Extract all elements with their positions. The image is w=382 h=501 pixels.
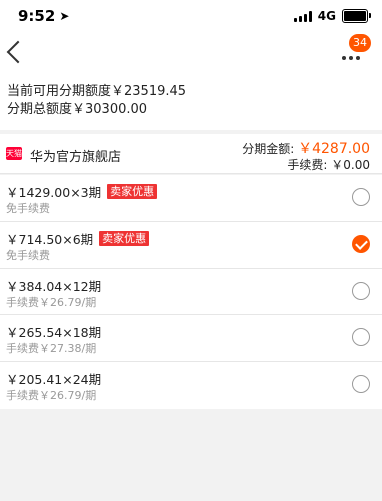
plan-amount: ￥205.41×24期	[6, 372, 102, 388]
plan-main: ￥384.04×12期	[6, 276, 101, 295]
available-quota: 当前可用分期额度￥23519.45	[7, 84, 187, 99]
amount-value: ￥4287.00	[298, 141, 370, 157]
plan-row-18[interactable]: ￥265.54×18期 手续费￥27.38/期	[0, 315, 382, 363]
more-button[interactable]: 34	[336, 34, 371, 70]
plan-row-3[interactable]: ￥1429.00×3期 卖家优惠 免手续费	[0, 175, 382, 222]
plan-radio[interactable]	[352, 188, 370, 206]
plan-fee: 手续费￥27.38/期	[6, 342, 97, 356]
plan-amount: ￥714.50×6期	[6, 231, 94, 247]
plan-fee: 免手续费	[6, 248, 50, 262]
quota-panel: 当前可用分期额度￥23519.45 分期总额度￥30300.00	[0, 76, 382, 130]
status-left: 9:52 ➤	[18, 7, 69, 25]
plan-radio[interactable]	[352, 375, 370, 394]
amount-label: 分期金额:	[242, 142, 295, 156]
plan-main: ￥265.54×18期	[6, 322, 101, 341]
plan-list: ￥1429.00×3期 卖家优惠 免手续费 ￥714.50×6期 卖家优惠 免手…	[0, 175, 382, 409]
store-name: 华为官方旗舰店	[30, 150, 122, 165]
network-type: 4G	[317, 9, 336, 23]
plan-amount: ￥1429.00×3期	[6, 185, 102, 200]
fee-value: ￥0.00	[331, 158, 370, 172]
nav-bar: 34	[0, 32, 382, 76]
plan-row-24[interactable]: ￥205.41×24期 手续费￥26.79/期	[0, 362, 382, 409]
signal-icon	[293, 10, 312, 22]
back-icon[interactable]	[6, 40, 30, 64]
status-right: 4G	[293, 9, 371, 23]
more-dots-icon	[342, 56, 360, 60]
tmall-logo-icon: 天猫	[6, 147, 22, 160]
plan-fee: 免手续费	[6, 202, 50, 215]
plan-fee: 手续费￥26.79/期	[6, 295, 97, 309]
store-header: 天猫 华为官方旗舰店 分期金额: ￥4287.00 手续费: ￥0.00	[0, 134, 382, 174]
plan-radio-checked-icon[interactable]	[352, 234, 370, 253]
battery-icon	[342, 9, 371, 23]
notification-badge: 34	[349, 34, 371, 52]
fee-summary: 手续费: ￥0.00	[287, 156, 370, 173]
total-quota: 分期总额度￥30300.00	[7, 102, 148, 117]
plan-radio[interactable]	[352, 281, 370, 300]
plan-main: ￥714.50×6期 卖家优惠	[6, 229, 150, 248]
plan-amount: ￥265.54×18期	[6, 325, 102, 341]
plan-row-12[interactable]: ￥384.04×12期 手续费￥26.79/期	[0, 269, 382, 316]
plan-main: ￥1429.00×3期 卖家优惠	[6, 182, 158, 201]
status-time: 9:52	[18, 7, 56, 25]
fee-label: 手续费:	[287, 158, 328, 172]
promo-badge: 卖家优惠	[107, 184, 158, 199]
plan-fee: 手续费￥26.79/期	[6, 389, 97, 403]
status-bar: 9:52 ➤ 4G	[0, 0, 382, 32]
plan-amount: ￥384.04×12期	[6, 278, 102, 294]
plan-main: ￥205.41×24期	[6, 369, 101, 388]
plan-row-6[interactable]: ￥714.50×6期 卖家优惠 免手续费	[0, 222, 382, 269]
promo-badge: 卖家优惠	[99, 230, 150, 246]
plan-radio[interactable]	[352, 328, 370, 347]
location-arrow-icon: ➤	[59, 9, 70, 23]
installment-amount: 分期金额: ￥4287.00	[242, 138, 370, 158]
